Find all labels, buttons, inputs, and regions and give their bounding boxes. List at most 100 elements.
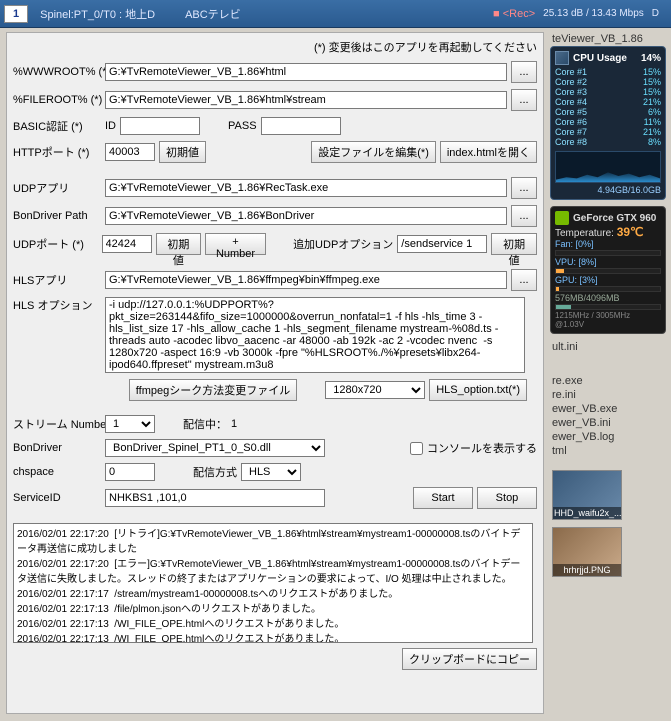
cpu-mem: 4.94GB/16.0GB <box>555 185 661 195</box>
file-item[interactable]: ewer_VB.log <box>550 430 668 444</box>
titlebar: 1 Spinel:PT_0/T0 : 地上D ABCテレビ ■ <Rec> 25… <box>0 0 671 28</box>
thumb-caption: hrhrjjd.PNG <box>553 564 621 576</box>
start-button[interactable]: Start <box>413 487 473 509</box>
httpport-input[interactable] <box>105 143 155 161</box>
hlsapp-input[interactable] <box>105 271 507 289</box>
core-pct: 8% <box>648 137 661 147</box>
gpu-vpu: VPU: [8%] <box>555 257 661 267</box>
extra-udp-input[interactable] <box>397 235 487 253</box>
file-item[interactable]: ewer_VB.exe <box>550 402 668 416</box>
udpport-input[interactable] <box>102 235 152 253</box>
restart-notice: (*) 変更後はこのアプリを再起動してください <box>13 39 537 55</box>
core-pct: 15% <box>643 87 661 97</box>
file-item[interactable]: teViewer_VB_1.86 <box>550 32 668 46</box>
cpu-chip-icon <box>555 51 569 65</box>
nvidia-icon <box>555 211 569 225</box>
core-pct: 21% <box>643 97 661 107</box>
chspace-input[interactable] <box>105 463 155 481</box>
httpport-label: HTTPポート (*) <box>13 144 101 160</box>
desktop-thumbnail[interactable]: hrhrjjd.PNG <box>552 527 622 577</box>
haishin-count: 1 <box>231 418 237 430</box>
serviceid-label: ServiceID <box>13 492 101 504</box>
wwwroot-browse-button[interactable]: ... <box>511 61 537 83</box>
bondriverpath-input[interactable] <box>105 207 507 225</box>
hlsoptions-textarea[interactable] <box>105 297 525 373</box>
thumb-caption: HHD_waifu2x_... <box>553 507 621 519</box>
id-label: ID <box>105 120 116 132</box>
hlsapp-label: HLSアプリ <box>13 272 101 288</box>
channel-tab[interactable]: 1 <box>4 5 28 23</box>
file-list: teViewer_VB_1.86 <box>550 32 668 46</box>
core-label: Core #5 <box>555 107 587 117</box>
gpu-temp-label: Temperature: <box>555 228 614 239</box>
pass-input[interactable] <box>261 117 341 135</box>
hls-option-txt-button[interactable]: HLS_option.txt(*) <box>429 379 527 401</box>
wwwroot-label: %WWWROOT% (*) <box>13 66 101 78</box>
core-pct: 15% <box>643 67 661 77</box>
udpport-default-button[interactable]: 初期値 <box>156 233 202 255</box>
pass-label: PASS <box>228 120 257 132</box>
gpu-fan: Fan: [0%] <box>555 239 661 249</box>
haishin-label: 配信中： <box>183 416 227 432</box>
file-list-2: ult.ini re.exe re.ini ewer_VB.exe ewer_V… <box>550 340 668 458</box>
extra-udp-default-button[interactable]: 初期値 <box>491 233 537 255</box>
core-pct: 21% <box>643 127 661 137</box>
cpu-title: CPU Usage <box>573 53 627 64</box>
core-label: Core #3 <box>555 87 587 97</box>
fileroot-input[interactable] <box>105 91 507 109</box>
wwwroot-input[interactable] <box>105 63 507 81</box>
file-item[interactable]: re.ini <box>550 388 668 402</box>
fileroot-browse-button[interactable]: ... <box>511 89 537 111</box>
plus-number-button[interactable]: + Number <box>205 233 266 255</box>
channel-name: ABCテレビ <box>185 6 241 22</box>
udpapp-input[interactable] <box>105 179 507 197</box>
hlsapp-browse-button[interactable]: ... <box>511 269 537 291</box>
httpport-default-button[interactable]: 初期値 <box>159 141 206 163</box>
core-label: Core #1 <box>555 67 587 77</box>
core-pct: 11% <box>644 117 661 127</box>
stop-button[interactable]: Stop <box>477 487 537 509</box>
extra-udp-label: 追加UDPオプション <box>293 236 393 252</box>
clipboard-copy-button[interactable]: クリップボードにコピー <box>402 648 537 670</box>
cpu-total: 14% <box>641 53 661 64</box>
bondriver-select[interactable]: BonDriver_Spinel_PT1_0_S0.dll <box>105 439 325 457</box>
streamno-select[interactable]: 1 <box>105 415 155 433</box>
gpu-gadget: GeForce GTX 960 Temperature: 39℃ Fan: [0… <box>550 206 666 334</box>
resolution-select[interactable]: 1280x720 <box>325 381 425 399</box>
basicauth-label: BASIC認証 (*) <box>13 118 101 134</box>
fileroot-label: %FILEROOT% (*) <box>13 94 101 106</box>
id-input[interactable] <box>120 117 200 135</box>
console-checkbox[interactable] <box>410 442 423 455</box>
tuner-info: Spinel:PT_0/T0 : 地上D <box>40 6 155 22</box>
file-item[interactable]: ult.ini <box>550 340 668 354</box>
drop-indicator: D <box>652 8 659 19</box>
haishinhoushiki-select[interactable]: HLS <box>241 463 301 481</box>
desktop-right-area: teViewer_VB_1.86 CPU Usage 14% Core #1 15… <box>550 32 668 582</box>
core-label: Core #4 <box>555 97 587 107</box>
chspace-label: chspace <box>13 466 101 478</box>
core-pct: 15% <box>643 77 661 87</box>
bondriver-label: BonDriver <box>13 442 101 454</box>
settings-panel: (*) 変更後はこのアプリを再起動してください %WWWROOT% (*) ..… <box>6 32 544 714</box>
rec-status: ■ <Rec> <box>493 8 535 20</box>
core-label: Core #8 <box>555 137 587 147</box>
streamno-label: ストリーム Number <box>13 416 101 432</box>
bondriverpath-label: BonDriver Path <box>13 210 101 222</box>
file-item[interactable]: tml <box>550 444 668 458</box>
edit-settings-button[interactable]: 設定ファイルを編集(*) <box>311 141 436 163</box>
hlsoptions-label: HLS オプション <box>13 297 101 313</box>
log-textarea[interactable] <box>13 523 533 643</box>
haishinhoushiki-label: 配信方式 <box>193 464 237 480</box>
console-label: コンソールを表示する <box>427 440 537 456</box>
serviceid-input[interactable] <box>105 489 325 507</box>
desktop-thumbnail[interactable]: HHD_waifu2x_... <box>552 470 622 520</box>
file-item[interactable]: re.exe <box>550 374 668 388</box>
open-index-button[interactable]: index.htmlを開く <box>440 141 537 163</box>
bondriverpath-browse-button[interactable]: ... <box>511 205 537 227</box>
file-item[interactable]: ewer_VB.ini <box>550 416 668 430</box>
cpu-gadget: CPU Usage 14% Core #115% Core #215% Core… <box>550 46 666 200</box>
ffmpeg-seek-button[interactable]: ffmpegシーク方法変更ファイル <box>129 379 297 401</box>
core-pct: 6% <box>648 107 661 117</box>
gpu-gpu: GPU: [3%] <box>555 275 661 285</box>
udpapp-browse-button[interactable]: ... <box>511 177 537 199</box>
